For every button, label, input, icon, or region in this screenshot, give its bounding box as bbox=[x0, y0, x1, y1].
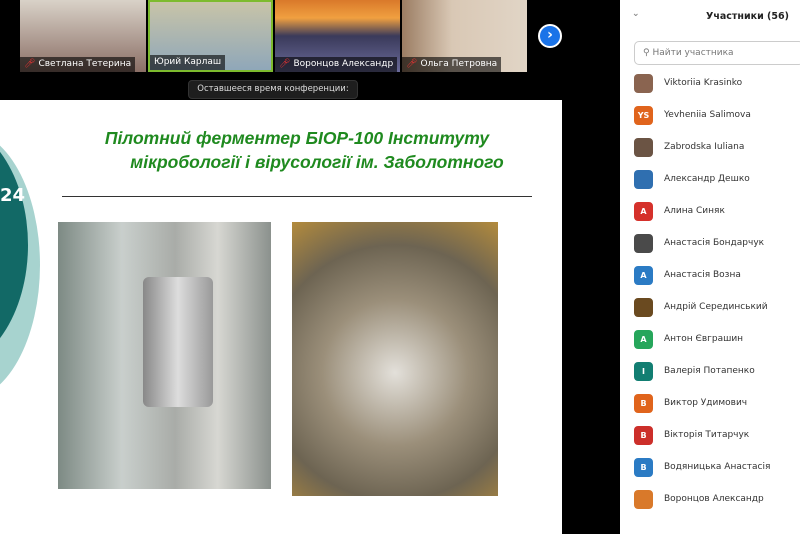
avatar bbox=[634, 233, 653, 253]
participant-row[interactable]: Viktoriia Krasinko bbox=[634, 72, 800, 94]
participant-row[interactable]: Zabrodska Iuliana bbox=[634, 136, 800, 158]
participant-name: Антон Євграшин bbox=[664, 334, 744, 344]
participant-name: Анастасія Бондарчук bbox=[664, 238, 765, 248]
avatar: A bbox=[634, 201, 653, 221]
participant-row[interactable]: B Вікторія Титарчук bbox=[634, 424, 800, 446]
participant-name: Воронцов Александр bbox=[293, 59, 394, 69]
video-name-label: 🎤︎ Воронцов Александр bbox=[275, 57, 398, 72]
video-tile[interactable]: Юрий Карлаш bbox=[148, 0, 273, 72]
participant-row[interactable]: A Антон Євграшин bbox=[634, 328, 800, 350]
participant-name: Вікторія Титарчук bbox=[664, 430, 750, 440]
participant-name: Светлана Тетерина bbox=[38, 59, 132, 69]
video-tile[interactable]: 🎤︎ Воронцов Александр bbox=[275, 0, 400, 72]
avatar: YS bbox=[634, 105, 653, 125]
avatar: A bbox=[634, 265, 653, 285]
mic-muted-icon: 🎤︎ bbox=[279, 59, 291, 69]
mic-muted-icon: 🎤︎ bbox=[24, 59, 36, 69]
video-tile[interactable]: 🎤︎ Ольга Петровна bbox=[402, 0, 527, 72]
participant-name: Воронцов Александр bbox=[664, 494, 764, 504]
divider bbox=[62, 196, 532, 197]
avatar-initials: I bbox=[642, 366, 645, 376]
fermenter-interior-photo bbox=[292, 222, 498, 496]
avatar-initials: B bbox=[640, 398, 647, 408]
search-participant-input[interactable]: ⚲ Найти участника bbox=[634, 41, 800, 65]
search-placeholder: Найти участника bbox=[652, 48, 734, 58]
slide-title: Пілотний ферментер БІОР-100 Інституту мі… bbox=[72, 126, 522, 174]
participant-name: Алина Синяк bbox=[664, 206, 725, 216]
video-name-label: Юрий Карлаш bbox=[150, 55, 226, 70]
tank-shape bbox=[143, 277, 213, 407]
participant-name: Валерія Потапенко bbox=[664, 366, 755, 376]
slide-title-line: мікробології і вірусології ім. Заболотно… bbox=[130, 152, 504, 172]
participant-row[interactable]: Воронцов Александр bbox=[634, 488, 800, 510]
avatar bbox=[634, 137, 653, 157]
participant-name: Viktoriia Krasinko bbox=[664, 78, 743, 88]
avatar: B bbox=[634, 425, 653, 445]
participant-name: Zabrodska Iuliana bbox=[664, 142, 745, 152]
participant-name: Александр Дешко bbox=[664, 174, 750, 184]
avatar bbox=[634, 489, 653, 509]
slide-title-line: Пілотний ферментер БІОР-100 Інституту bbox=[104, 128, 490, 148]
participant-row[interactable]: B Виктор Удимович bbox=[634, 392, 800, 414]
participant-name: Водяницька Анастасія bbox=[664, 462, 771, 472]
meeting-timer: Оставшееся время конференции: 06:43 bbox=[188, 80, 358, 111]
video-name-label: 🎤︎ Ольга Петровна bbox=[402, 57, 502, 72]
participant-name: Yevheniia Salimova bbox=[664, 110, 751, 120]
video-tile[interactable]: 🎤︎ Светлана Тетерина bbox=[20, 0, 146, 72]
participant-row[interactable]: YS Yevheniia Salimova bbox=[634, 104, 800, 126]
avatar bbox=[634, 73, 653, 93]
avatar-initials: A bbox=[640, 334, 647, 344]
avatar-initials: B bbox=[640, 462, 647, 472]
avatar: A bbox=[634, 329, 653, 349]
participant-name: Виктор Удимович bbox=[664, 398, 748, 408]
participant-name: Ольга Петровна bbox=[420, 59, 498, 69]
slide-number: 24 bbox=[0, 185, 26, 206]
participants-title: Участники (56) bbox=[706, 11, 789, 22]
avatar bbox=[634, 297, 653, 317]
mic-muted-icon: 🎤︎ bbox=[406, 59, 418, 69]
participant-name: Юрий Карлаш bbox=[154, 57, 222, 67]
participants-panel: ⌄ Участники (56) ⚲ Найти участника Vikto… bbox=[620, 0, 800, 534]
participant-row[interactable]: Анастасія Бондарчук bbox=[634, 232, 800, 254]
participant-name: Андрій Серединський bbox=[664, 302, 768, 312]
participant-row[interactable]: I Валерія Потапенко bbox=[634, 360, 800, 382]
participant-name: Анастасія Возна bbox=[664, 270, 741, 280]
video-name-label: 🎤︎ Светлана Тетерина bbox=[20, 57, 136, 72]
shared-screen-slide: 24 Пілотний ферментер БІОР-100 Інституту… bbox=[0, 100, 562, 534]
avatar: B bbox=[634, 393, 653, 413]
participant-row[interactable]: Андрій Серединський bbox=[634, 296, 800, 318]
chevron-down-icon[interactable]: ⌄ bbox=[632, 9, 640, 19]
fermenter-photo bbox=[58, 222, 271, 489]
avatar: B bbox=[634, 457, 653, 477]
avatar bbox=[634, 169, 653, 189]
participant-row[interactable]: A Анастасія Возна bbox=[634, 264, 800, 286]
avatar-initials: B bbox=[640, 430, 647, 440]
participants-header: ⌄ Участники (56) bbox=[620, 9, 800, 25]
avatar-initials: A bbox=[640, 206, 647, 216]
participant-row[interactable]: Александр Дешко bbox=[634, 168, 800, 190]
participant-row[interactable]: A Алина Синяк bbox=[634, 200, 800, 222]
avatar-initials: YS bbox=[637, 110, 650, 120]
chevron-right-icon: › bbox=[547, 27, 553, 43]
avatar: I bbox=[634, 361, 653, 381]
next-page-button[interactable]: › bbox=[538, 24, 562, 48]
participant-row[interactable]: B Водяницька Анастасія bbox=[634, 456, 800, 478]
avatar-initials: A bbox=[640, 270, 647, 280]
